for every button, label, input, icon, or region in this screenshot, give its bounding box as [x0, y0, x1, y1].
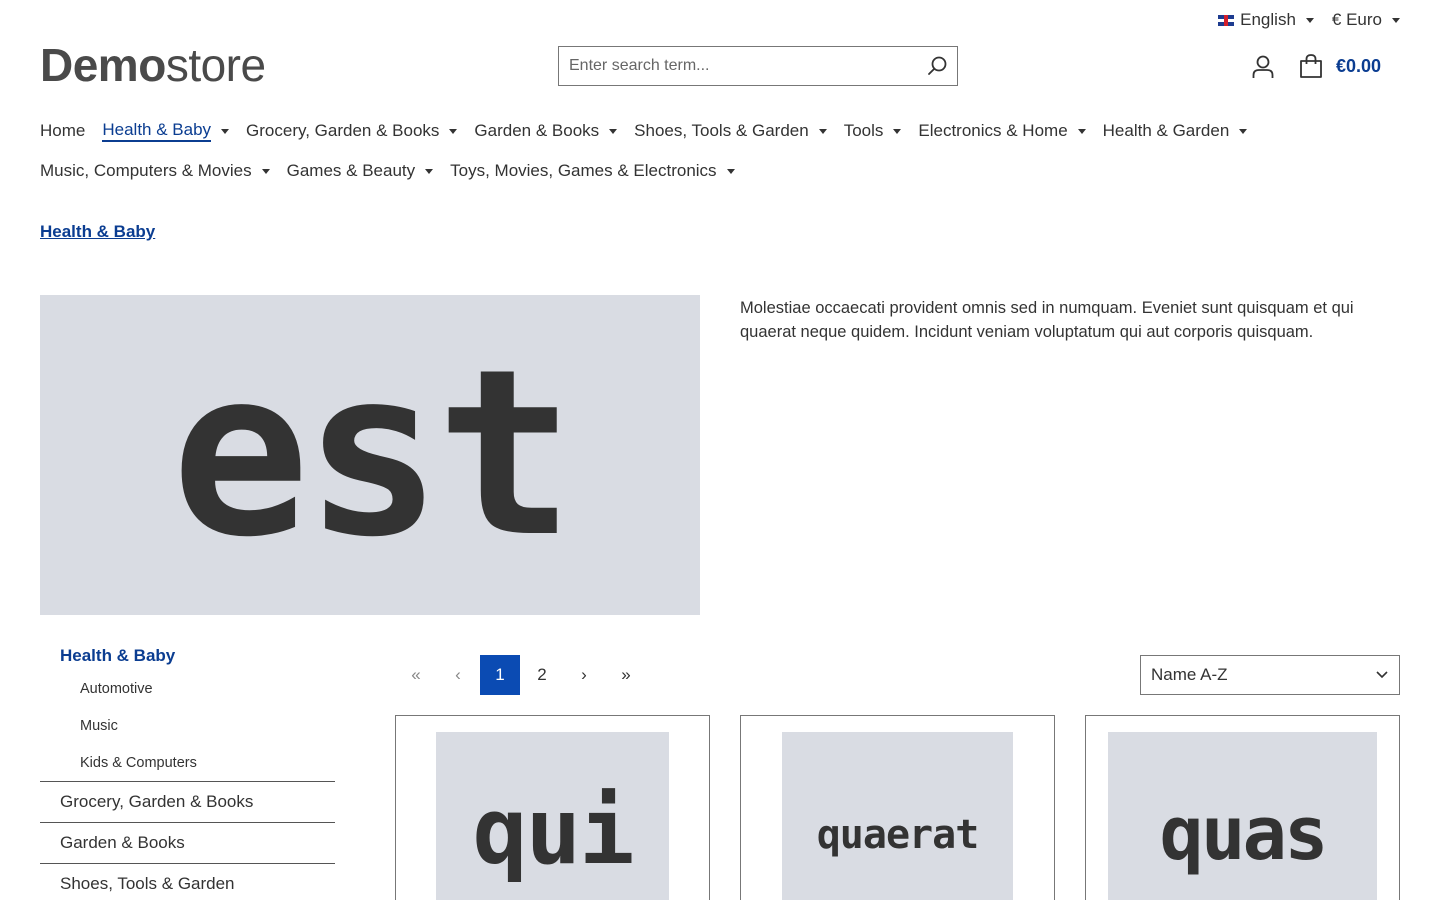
top-bar: English € Euro — [1218, 10, 1400, 30]
nav-item-toys-movies-games-electronics[interactable]: Toys, Movies, Games & Electronics — [450, 160, 735, 182]
main-navigation: Home Health & Baby Grocery, Garden & Boo… — [40, 120, 1400, 182]
prev-page-button[interactable]: ‹ — [437, 655, 479, 695]
account-button[interactable] — [1250, 54, 1276, 80]
product-image-text: quas — [1159, 791, 1328, 877]
next-page-button[interactable]: › — [563, 655, 605, 695]
nav-item-health-baby[interactable]: Health & Baby — [102, 120, 230, 142]
product-image[interactable]: quaerat — [782, 732, 1013, 900]
nav-item-label: Electronics & Home — [918, 121, 1068, 140]
chevron-down-icon — [893, 128, 902, 134]
chevron-down-icon — [449, 128, 458, 134]
language-label: English — [1240, 10, 1296, 29]
last-page-button[interactable]: » — [605, 655, 647, 695]
sidebar-item-shoes-tools-garden[interactable]: Shoes, Tools & Garden — [40, 863, 335, 900]
product-image[interactable]: qui — [436, 732, 669, 900]
nav-item-label: Toys, Movies, Games & Electronics — [450, 161, 717, 180]
banner-image-text: est — [171, 321, 574, 588]
chevron-down-icon — [1239, 128, 1248, 134]
pagination: « ‹ 1 2 › » — [395, 655, 647, 695]
logo-light-text: store — [165, 39, 266, 91]
cart-total: €0.00 — [1336, 55, 1382, 76]
chevron-down-icon — [609, 128, 618, 134]
page-button-2[interactable]: 2 — [521, 655, 563, 695]
sidebar-item-current[interactable]: Health & Baby — [40, 640, 335, 670]
uk-flag-icon — [1218, 14, 1235, 26]
search-input[interactable] — [559, 47, 917, 85]
nav-item-health-garden[interactable]: Health & Garden — [1103, 120, 1248, 142]
nav-item-music-computers-movies[interactable]: Music, Computers & Movies — [40, 160, 270, 182]
nav-item-label: Games & Beauty — [286, 161, 416, 180]
product-card[interactable]: quaerat — [740, 715, 1055, 900]
nav-item-garden-books[interactable]: Garden & Books — [474, 120, 618, 142]
product-card[interactable]: qui — [395, 715, 710, 900]
search-icon — [928, 56, 947, 75]
chevron-down-icon — [1305, 17, 1314, 23]
chevron-down-icon — [818, 128, 827, 134]
product-card[interactable]: quas — [1085, 715, 1400, 900]
sort-select[interactable]: Name A-Z — [1140, 655, 1400, 695]
category-description: Molestiae occaecati provident omnis sed … — [740, 299, 1354, 341]
sidebar-subitem-automotive[interactable]: Automotive — [40, 670, 335, 707]
page-button-1[interactable]: 1 — [480, 655, 520, 695]
currency-label: € Euro — [1331, 10, 1382, 29]
cart-button[interactable]: €0.00 — [1298, 53, 1381, 79]
chevron-down-icon — [221, 128, 230, 134]
sidebar-subitem-music[interactable]: Music — [40, 707, 335, 744]
nav-item-home[interactable]: Home — [40, 120, 85, 142]
store-logo[interactable]: Demostore — [40, 38, 266, 92]
nav-item-label: Health & Baby — [102, 120, 212, 142]
language-dropdown[interactable]: English — [1218, 10, 1314, 30]
sidebar-item-grocery-garden-books[interactable]: Grocery, Garden & Books — [40, 781, 335, 822]
chevron-down-icon — [1077, 128, 1086, 134]
logo-bold-text: Demo — [40, 39, 166, 91]
nav-item-label: Health & Garden — [1102, 121, 1230, 140]
first-page-button[interactable]: « — [395, 655, 437, 695]
currency-dropdown[interactable]: € Euro — [1332, 10, 1400, 30]
nav-item-label: Grocery, Garden & Books — [246, 121, 440, 140]
nav-item-label: Tools — [843, 121, 884, 140]
sidebar-item-garden-books[interactable]: Garden & Books — [40, 822, 335, 863]
chevron-down-icon — [261, 168, 270, 174]
nav-item-grocery-garden-books[interactable]: Grocery, Garden & Books — [246, 120, 458, 142]
sort-selected-value: Name A-Z — [1151, 665, 1228, 684]
search-button[interactable] — [917, 47, 957, 85]
product-image[interactable]: quas — [1108, 732, 1377, 900]
nav-item-label: Garden & Books — [474, 121, 600, 140]
chevron-down-icon — [425, 168, 434, 174]
search-box — [558, 46, 958, 86]
user-icon — [1252, 55, 1274, 78]
category-banner-image: est — [40, 295, 700, 615]
shopping-bag-icon — [1300, 54, 1322, 78]
chevron-down-icon — [726, 168, 735, 174]
product-image-text: quaerat — [816, 812, 980, 858]
category-sidebar: Health & Baby Automotive Music Kids & Co… — [40, 640, 335, 900]
nav-item-label: Shoes, Tools & Garden — [634, 121, 809, 140]
sidebar-subitem-kids-computers[interactable]: Kids & Computers — [40, 744, 335, 781]
nav-item-tools[interactable]: Tools — [844, 120, 902, 142]
product-image-text: qui — [472, 778, 634, 885]
breadcrumb[interactable]: Health & Baby — [40, 222, 155, 242]
chevron-down-icon — [1376, 671, 1388, 679]
nav-item-electronics-home[interactable]: Electronics & Home — [918, 120, 1086, 142]
nav-item-games-beauty[interactable]: Games & Beauty — [287, 160, 434, 182]
chevron-down-icon — [1392, 17, 1400, 23]
nav-item-label: Home — [40, 121, 86, 140]
nav-item-shoes-tools-garden[interactable]: Shoes, Tools & Garden — [634, 120, 827, 142]
nav-item-label: Music, Computers & Movies — [40, 161, 252, 180]
